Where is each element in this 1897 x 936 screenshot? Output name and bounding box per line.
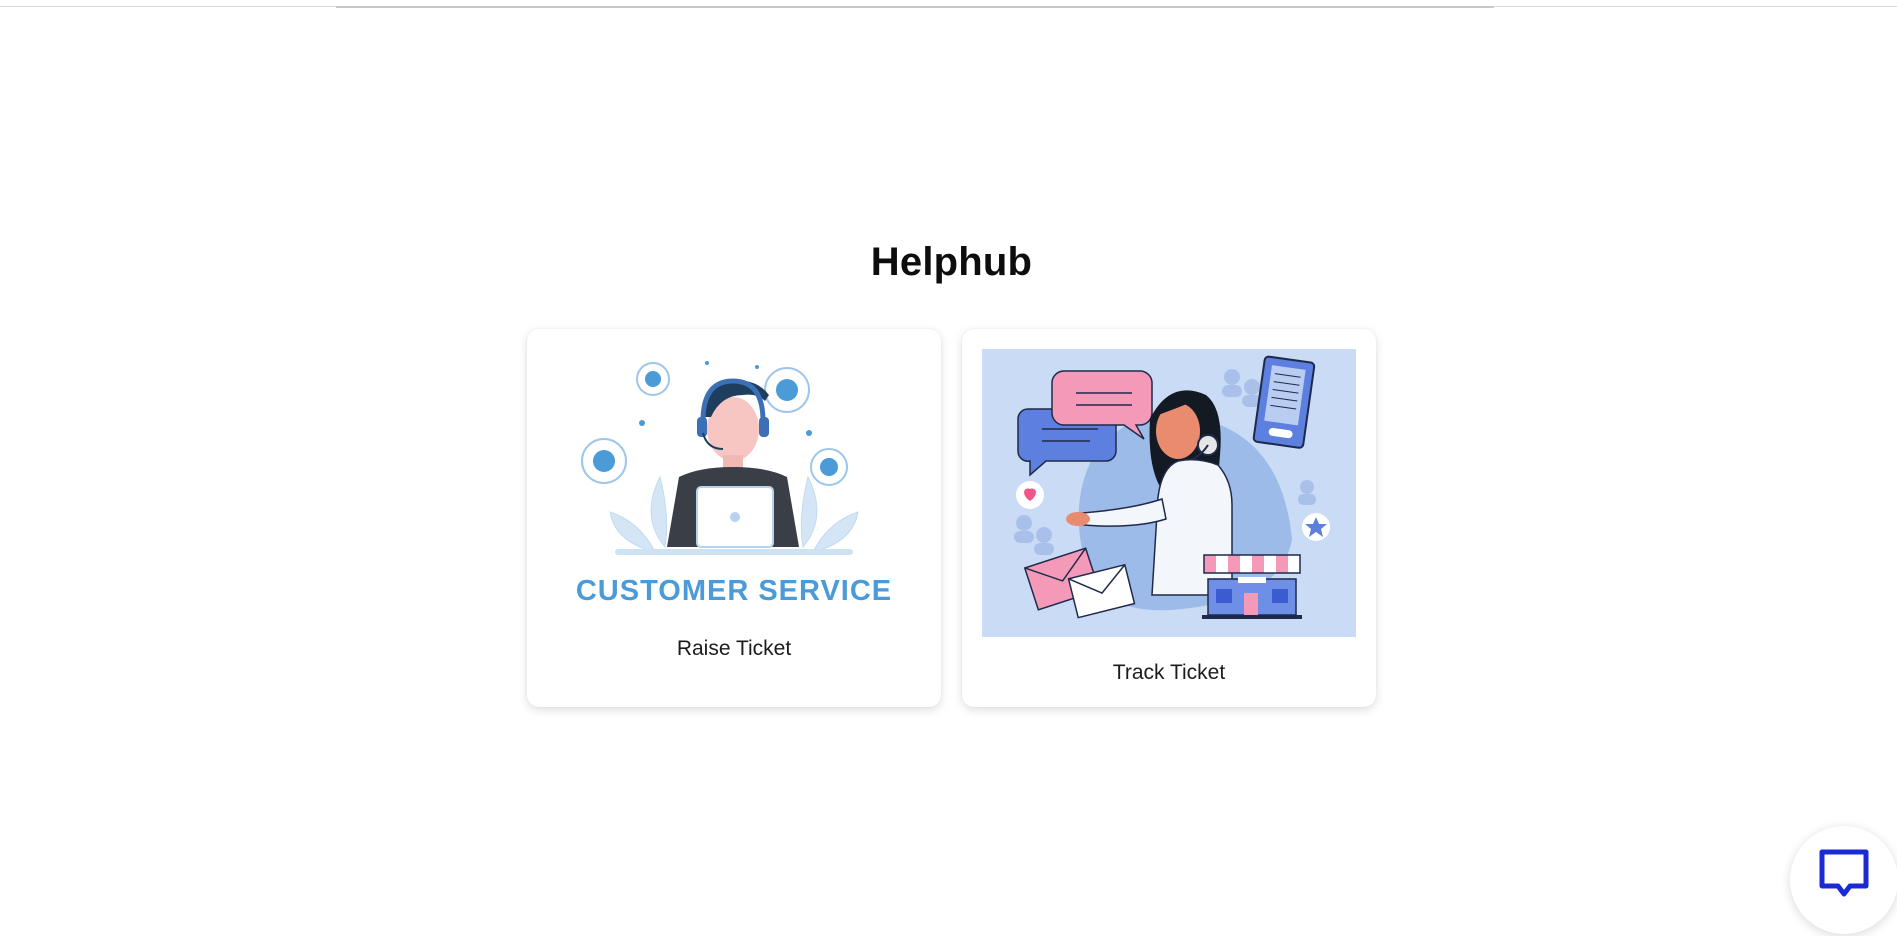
- chat-widget-button[interactable]: [1790, 826, 1897, 934]
- page-title: Helphub: [870, 240, 1033, 284]
- raise-ticket-card[interactable]: CUSTOMER SERVICE Raise Ticket: [527, 329, 941, 707]
- customer-service-illustration: CUSTOMER SERVICE: [576, 361, 892, 607]
- options-container: CUSTOMER SERVICE Raise Ticket Track Tick…: [527, 329, 1377, 707]
- customer-service-text: CUSTOMER SERVICE: [576, 575, 892, 607]
- track-ticket-card[interactable]: Track Ticket: [962, 329, 1376, 707]
- track-ticket-label: Track Ticket: [1112, 661, 1226, 684]
- support-agent-illustration: [982, 349, 1356, 637]
- chat-bubble-icon: [1819, 849, 1869, 897]
- raise-ticket-label: Raise Ticket: [676, 637, 792, 660]
- top-divider-highlight: [336, 6, 1494, 8]
- top-divider: [0, 6, 1897, 8]
